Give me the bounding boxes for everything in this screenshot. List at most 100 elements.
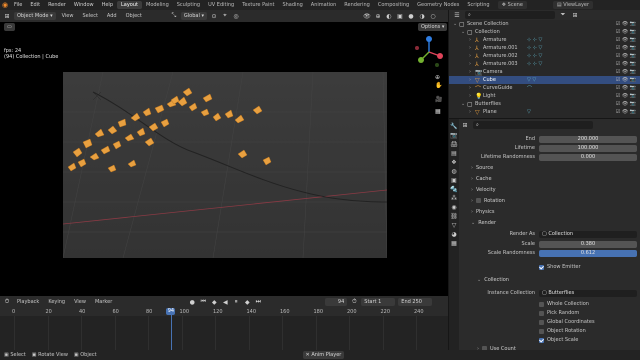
pivot-icon[interactable]: ⊙	[210, 12, 218, 20]
outliner-search-input[interactable]: ⌕	[465, 11, 555, 19]
overlay-toggle-icon[interactable]: ◐	[385, 12, 393, 20]
anim-player-button[interactable]: ✕ Anim Player	[302, 351, 345, 359]
viewport-menu-object[interactable]: Object	[123, 13, 145, 19]
viewport-menu-select[interactable]: Select	[79, 13, 100, 19]
visibility-toggle-icons[interactable]: ☑ 👁 📷	[616, 21, 636, 27]
outliner-row[interactable]: ⌄ ▢ Scene Collection ☑ 👁 📷	[449, 20, 640, 28]
prev-keyframe-icon[interactable]: ◆	[210, 298, 218, 306]
timeline-editor-icon[interactable]: ⏱	[3, 298, 11, 306]
pause-icon[interactable]: ⏸	[232, 298, 240, 306]
scene-selector[interactable]: ❖ Scene	[497, 1, 527, 9]
transform-orientation-dropdown[interactable]: Global ▾	[180, 12, 207, 20]
menu-render[interactable]: Render	[44, 2, 70, 8]
visibility-toggle-icons[interactable]: ☑ 👁 📷	[616, 101, 636, 107]
jump-end-icon[interactable]: ⏭	[254, 298, 262, 306]
particles-tab-icon[interactable]: ⁂	[451, 195, 457, 202]
record-icon[interactable]: ●	[188, 298, 196, 306]
menu-window[interactable]: Window	[70, 2, 98, 8]
workspace-tab-layout[interactable]: Layout	[117, 1, 142, 9]
shading-solid-icon[interactable]: ●	[407, 12, 415, 20]
shading-rendered-icon[interactable]: ○	[429, 12, 437, 20]
filter-icon[interactable]: ⏷	[559, 11, 567, 19]
section-velocity[interactable]: › Velocity	[471, 187, 496, 193]
lifetime-randomness-field[interactable]: 0.000	[539, 153, 637, 161]
3d-viewport[interactable]: ▭ Options ▾ fps: 24 (94) Collection | Cu…	[0, 22, 448, 296]
navigation-gizmo[interactable]	[412, 34, 446, 70]
object-tab-icon[interactable]: ▣	[451, 177, 457, 184]
outliner-row[interactable]: › ⌒ CurveGuide ⌒ ☑ 👁 📷	[449, 84, 640, 93]
workspace-tab-shading[interactable]: Shading	[278, 1, 306, 9]
playhead[interactable]: 94	[166, 308, 176, 315]
tool-tab-icon[interactable]: 🔧	[450, 123, 457, 130]
jump-start-icon[interactable]: ⏮	[199, 298, 207, 306]
modifier-tab-icon[interactable]: 🔩	[450, 186, 457, 193]
snap-icon[interactable]: ⌖	[221, 12, 229, 20]
new-collection-icon[interactable]: ⊞	[571, 11, 579, 19]
viewport-menu-add[interactable]: Add	[104, 13, 120, 19]
pan-hand-icon[interactable]: ✋	[435, 82, 442, 89]
timeline-menu-playback[interactable]: Playback	[14, 299, 42, 305]
visibility-toggle-icons[interactable]: ☑ 👁 📷	[616, 109, 636, 115]
workspace-tab-uv-editing[interactable]: UV Editing	[204, 1, 238, 9]
editor-type-icon[interactable]: ⊞	[3, 12, 11, 20]
options-dropdown[interactable]: Options ▾	[418, 23, 448, 31]
select-tool-icon[interactable]: ▭	[4, 23, 15, 31]
workspace-tab-texture-paint[interactable]: Texture Paint	[238, 1, 278, 9]
viewport-menu-view[interactable]: View	[59, 13, 77, 19]
material-tab-icon[interactable]: ◕	[451, 231, 456, 238]
start-frame-field[interactable]: Start 1	[361, 298, 396, 306]
outliner-row[interactable]: › ⅄ Armature.001 ⊹ ⊹ ▽ ☑ 👁 📷	[449, 44, 640, 52]
world-tab-icon[interactable]: ◍	[451, 168, 456, 175]
menu-file[interactable]: File	[10, 2, 26, 8]
outliner-row[interactable]: ⌄ ▢ Butterflies ☑ 👁 📷	[449, 100, 640, 108]
timeline-menu-marker[interactable]: Marker	[92, 299, 115, 305]
workspace-tab-geometry-nodes[interactable]: Geometry Nodes	[413, 1, 463, 9]
next-keyframe-icon[interactable]: ◆	[243, 298, 251, 306]
shading-material-icon[interactable]: ◑	[418, 12, 426, 20]
workspace-tab-modeling[interactable]: Modeling	[142, 1, 173, 9]
visibility-icon[interactable]: 👁	[363, 12, 371, 20]
end-field[interactable]: 200.000	[539, 135, 637, 143]
constraints-tab-icon[interactable]: ⛓	[450, 213, 458, 220]
scene-tab-icon[interactable]: ❖	[451, 159, 456, 166]
visibility-toggle-icons[interactable]: ☑ 👁 📷	[616, 45, 636, 51]
subsection-collection[interactable]: ⌄ Collection	[477, 277, 509, 283]
timeline-area[interactable]: 0 20 40 60 80 100 120 140 160 180 200 220 240 94	[0, 308, 448, 350]
option-checkbox[interactable]	[539, 319, 544, 325]
section-rotation[interactable]: › Rotation	[471, 198, 505, 204]
menu-help[interactable]: Help	[98, 2, 117, 8]
workspace-tab-rendering[interactable]: Rendering	[340, 1, 374, 9]
visibility-toggle-icons[interactable]: ☑ 👁 📷	[616, 93, 636, 99]
outliner-row[interactable]: › ▽ Plane ▽ ☑ 👁 📷	[449, 108, 640, 116]
xray-icon[interactable]: ▣	[396, 12, 404, 20]
properties-editor-icon[interactable]: ⊞	[461, 121, 469, 129]
current-frame-field[interactable]: 94	[325, 298, 348, 306]
option-checkbox[interactable]	[539, 301, 544, 307]
scale-randomness-field[interactable]: 0.612	[539, 249, 637, 257]
visibility-toggle-icons[interactable]: ☑ 👁 📷	[616, 37, 636, 43]
blender-logo-icon[interactable]: ◉	[0, 0, 10, 10]
workspace-tab-sculpting[interactable]: Sculpting	[173, 1, 204, 9]
timeline-menu-keying[interactable]: Keying	[45, 299, 68, 305]
texture-tab-icon[interactable]: ▦	[451, 240, 457, 247]
workspace-tab-scripting[interactable]: Scripting	[463, 1, 493, 9]
render-as-dropdown[interactable]: ▢ Collection	[539, 230, 637, 238]
camera-view-icon[interactable]: 🎥	[435, 96, 442, 103]
option-checkbox[interactable]	[539, 337, 544, 343]
outliner-row[interactable]: › ⅄ Armature.002 ⊹ ⊹ ▽ ☑ 👁 📷	[449, 52, 640, 60]
outliner-row[interactable]: › 💡 Light ☑ 👁 📷	[449, 92, 640, 100]
output-tab-icon[interactable]: 🖨	[450, 141, 458, 148]
section-source[interactable]: › Source	[471, 165, 493, 171]
outliner-row[interactable]: › 📷 Camera ☑ 👁 📷	[449, 68, 640, 76]
gizmo-toggle-icon[interactable]: ⊕	[374, 12, 382, 20]
visibility-toggle-icons[interactable]: ☑ 👁 📷	[616, 61, 636, 67]
outliner-row[interactable]: › ⅄ Armature.003 ⊹ ⊹ ▽ ☑ 👁 📷	[449, 60, 640, 68]
show-emitter-checkbox[interactable]	[539, 264, 544, 270]
mode-dropdown[interactable]: Object Mode ▾	[14, 12, 56, 20]
menu-edit[interactable]: Edit	[26, 2, 44, 8]
section-cache[interactable]: › Cache	[471, 176, 492, 182]
view-layer-selector[interactable]: ▤ ViewLayer	[552, 1, 594, 9]
visibility-toggle-icons[interactable]: ☑ 👁 📷	[616, 53, 636, 59]
physics-tab-icon[interactable]: ◉	[451, 204, 456, 211]
perspective-toggle-icon[interactable]: ▦	[435, 108, 441, 115]
